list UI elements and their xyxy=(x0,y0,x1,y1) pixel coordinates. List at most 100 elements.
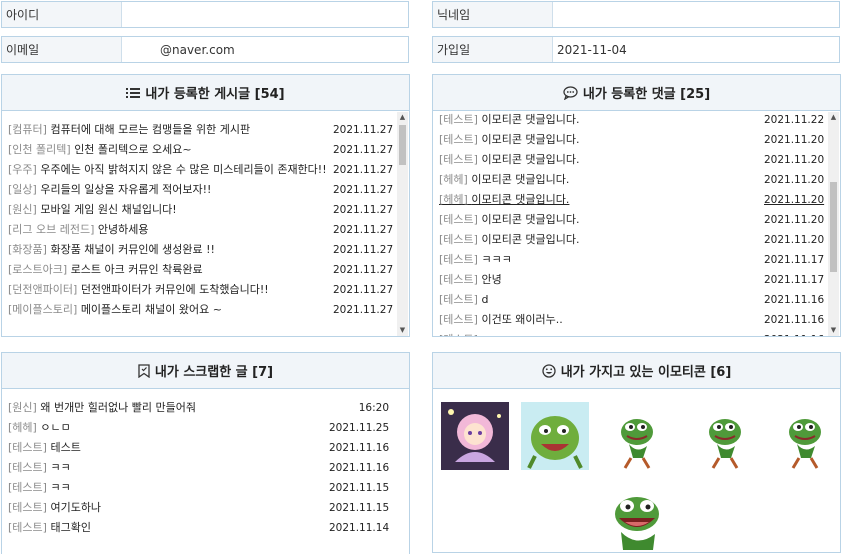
item-title-text: 우주에는 아직 밝혀지지 않은 수 많은 미스테리들이 존재한다!! xyxy=(40,163,327,176)
item-title[interactable]: [헤헤] 이모티콘 댓글입니다. xyxy=(439,191,764,209)
item-category: [헤헤] xyxy=(8,421,37,434)
list-item[interactable]: [테스트] d 2021.11.16 xyxy=(439,291,826,309)
item-title[interactable]: [테스트] ㅋㅋ xyxy=(8,479,329,497)
scraps-header: 내가 스크랩한 글 [7] xyxy=(2,353,409,389)
list-item[interactable]: [원신] 모바일 게임 원신 채널입니다! 2021.11.27 xyxy=(8,201,395,219)
item-title[interactable]: [일상] 우리들의 일상을 자유롭게 적어보자!! xyxy=(8,181,333,199)
item-date: 2021.11.20 xyxy=(764,194,825,206)
item-title[interactable]: [테스트] 안녕 xyxy=(439,271,764,289)
scroll-down-icon[interactable]: ▼ xyxy=(828,325,839,336)
item-title[interactable]: [테스트] 이모티콘 댓글입니다. xyxy=(439,151,764,169)
item-category: [우주] xyxy=(8,163,37,176)
list-item[interactable]: [테스트] ㅋㅋ 2021.11.16 xyxy=(8,459,391,477)
item-category: [로스트아크] xyxy=(8,263,68,276)
item-title-text: 모바일 게임 원신 채널입니다! xyxy=(40,203,177,216)
item-title[interactable]: [로스트아크] 로스트 아크 커뮤인 착륙완료 xyxy=(8,261,333,279)
list-item[interactable]: [테스트] 여기도하나 2021.11.15 xyxy=(8,499,391,517)
list-item[interactable]: [테스트] 이모티콘 댓글입니다. 2021.11.20 xyxy=(439,131,826,149)
list-item[interactable]: [일상] 우리들의 일상을 자유롭게 적어보자!! 2021.11.27 xyxy=(8,181,395,199)
item-category: [테스트] xyxy=(439,113,478,126)
list-item[interactable]: [테스트] 이건또 왜이러누.. 2021.11.16 xyxy=(439,311,826,329)
list-item[interactable]: [테스트] 이모티콘 댓글입니다. 2021.11.20 xyxy=(439,151,826,169)
item-title[interactable]: [테스트] 여기도하나 xyxy=(8,499,329,517)
item-title[interactable]: [던전앤파이터] 던전앤파이터가 커뮤인에 도착했습니다!! xyxy=(8,281,333,299)
list-item[interactable]: [헤헤] ㅇㄴㅁ 2021.11.25 xyxy=(8,419,391,437)
list-item[interactable]: [컴퓨터] 컴퓨터에 대해 모르는 컴맹들을 위한 게시판 2021.11.27 xyxy=(8,121,395,139)
item-title[interactable]: [리그 오브 레전드] 안녕하세용 xyxy=(8,221,333,239)
item-title[interactable]: [테스트] d xyxy=(439,291,764,309)
item-title[interactable]: [원신] 모바일 게임 원신 채널입니다! xyxy=(8,201,333,219)
list-item[interactable]: [우주] 우주에는 아직 밝혀지지 않은 수 많은 미스테리들이 존재한다!! 2… xyxy=(8,161,395,179)
item-title[interactable]: [테스트] 이모티콘 댓글입니다. xyxy=(439,131,764,149)
item-title-text: ㅋ xyxy=(481,333,491,336)
item-title[interactable]: [테스트] ㅋ xyxy=(439,331,764,336)
item-title[interactable]: [테스트] ㅋㅋㅋ xyxy=(439,251,764,269)
item-title[interactable]: [컴퓨터] 컴퓨터에 대해 모르는 컴맹들을 위한 게시판 xyxy=(8,121,333,139)
list-item[interactable]: [던전앤파이터] 던전앤파이터가 커뮤인에 도착했습니다!! 2021.11.27 xyxy=(8,281,395,299)
scroll-down-icon[interactable]: ▼ xyxy=(397,325,408,336)
item-title-text: 우리들의 일상을 자유롭게 적어보자!! xyxy=(40,183,212,196)
anime-girl-emoticon[interactable] xyxy=(441,402,509,470)
email-value: @naver.com xyxy=(160,42,235,57)
item-category: [인천 폴리텍] xyxy=(8,143,71,156)
item-title[interactable]: [우주] 우주에는 아직 밝혀지지 않은 수 많은 미스테리들이 존재한다!! xyxy=(8,161,333,179)
list-item[interactable]: [테스트] 테스트 2021.11.16 xyxy=(8,439,391,457)
pepe-dancing-emoticon[interactable] xyxy=(691,402,759,470)
item-date: 2021.11.20 xyxy=(764,154,825,166)
list-item[interactable]: [리그 오브 레전드] 안녕하세용 2021.11.27 xyxy=(8,221,395,239)
list-item[interactable]: [테스트] ㅋㅋ 2021.11.15 xyxy=(8,479,391,497)
list-item[interactable]: [메이플스토리] 메이플스토리 채널이 왔어요 ~2021.11.27 xyxy=(8,301,395,319)
item-title[interactable]: [인천 폴리텍] 인천 폴리텍으로 오세요~ xyxy=(8,141,333,159)
item-date: 2021.11.20 xyxy=(764,234,825,246)
item-title[interactable]: [화장품] 화장품 채널이 커뮤인에 생성완료 !! xyxy=(8,241,333,259)
list-item[interactable]: [테스트] ㅋㅋㅋ 2021.11.17 xyxy=(439,251,826,269)
my-scraps-panel: 내가 스크랩한 글 [7] [원신] 왜 번개만 힐러없나 빨리 만들어줘 16:… xyxy=(1,352,410,554)
item-date: 2021.11.16 xyxy=(764,294,825,306)
list-item[interactable]: [헤헤] 이모티콘 댓글입니다. 2021.11.20 xyxy=(439,191,826,209)
list-item[interactable]: [테스트] 이모티콘 댓글입니다. 2021.11.22 xyxy=(439,112,826,129)
list-item[interactable]: [테스트] 이모티콘 댓글입니다. 2021.11.20 xyxy=(439,231,826,249)
list-item[interactable]: [헤헤] 이모티콘 댓글입니다. 2021.11.20 xyxy=(439,171,826,189)
nickname-field: 닉네임 xyxy=(432,1,840,28)
item-title[interactable]: [원신] 왜 번개만 힐러없나 빨리 만들어줘 xyxy=(8,399,329,417)
posts-scrollbar[interactable]: ▲ ▼ xyxy=(397,112,408,336)
item-category: [메이플스토리] xyxy=(8,303,78,316)
item-title[interactable]: [테스트] ㅋㅋ xyxy=(8,459,329,477)
scroll-thumb[interactable] xyxy=(830,182,837,272)
pepe-happy-emoticon[interactable] xyxy=(603,482,671,550)
item-title[interactable]: [헤헤] 이모티콘 댓글입니다. xyxy=(439,171,764,189)
item-date: 2021.11.27 xyxy=(333,184,394,196)
list-item[interactable]: [테스트] 안녕 2021.11.17 xyxy=(439,271,826,289)
comments-scrollbar[interactable]: ▲ ▼ xyxy=(828,112,839,336)
list-item[interactable]: [테스트] 태그확인 2021.11.14 xyxy=(8,519,391,537)
item-title-text: 안녕 xyxy=(481,273,502,286)
item-category: [테스트] xyxy=(439,253,478,266)
emoticons-body xyxy=(433,390,840,552)
item-title[interactable]: [메이플스토리] 메이플스토리 채널이 왔어요 ~ xyxy=(8,301,333,319)
list-item[interactable]: [화장품] 화장품 채널이 커뮤인에 생성완료 !! 2021.11.27 xyxy=(8,241,395,259)
list-item[interactable]: [테스트] 이모티콘 댓글입니다. 2021.11.20 xyxy=(439,211,826,229)
item-date: 2021.11.14 xyxy=(329,522,390,534)
pepe-dancing-emoticon[interactable] xyxy=(771,402,839,470)
comments-list: [테스트] 이모티콘 댓글입니다. 2021.11.22 [테스트] 이모티콘 댓글… xyxy=(439,112,826,336)
pepe-laughing-emoticon[interactable] xyxy=(521,402,589,470)
item-title[interactable]: [테스트] 이모티콘 댓글입니다. xyxy=(439,112,764,129)
item-title[interactable]: [테스트] 이건또 왜이러누.. xyxy=(439,311,764,329)
item-title[interactable]: [테스트] 태그확인 xyxy=(8,519,329,537)
list-item[interactable]: [인천 폴리텍] 인천 폴리텍으로 오세요~ 2021.11.27 xyxy=(8,141,395,159)
item-title[interactable]: [테스트] 테스트 xyxy=(8,439,329,457)
my-comments-panel: 내가 등록한 댓글 [25] [테스트] 이모티콘 댓글입니다. 2021.11.… xyxy=(432,74,841,337)
list-item[interactable]: [로스트아크] 로스트 아크 커뮤인 착륙완료 2021.11.27 xyxy=(8,261,395,279)
item-title[interactable]: [테스트] 이모티콘 댓글입니다. xyxy=(439,211,764,229)
pepe-dancing-emoticon[interactable] xyxy=(603,402,671,470)
scroll-up-icon[interactable]: ▲ xyxy=(828,112,839,123)
scroll-up-icon[interactable]: ▲ xyxy=(397,112,408,123)
item-title[interactable]: [헤헤] ㅇㄴㅁ xyxy=(8,419,329,437)
item-title[interactable]: [테스트] 이모티콘 댓글입니다. xyxy=(439,231,764,249)
scroll-thumb[interactable] xyxy=(399,125,406,165)
item-date: 2021.11.15 xyxy=(329,502,390,514)
speech-bubble-icon xyxy=(563,85,578,100)
list-item[interactable]: [테스트] ㅋ2021.11.16 xyxy=(439,331,826,336)
item-title-text: 이모티콘 댓글입니다. xyxy=(471,173,570,186)
list-item[interactable]: [원신] 왜 번개만 힐러없나 빨리 만들어줘 16:20 xyxy=(8,399,391,417)
